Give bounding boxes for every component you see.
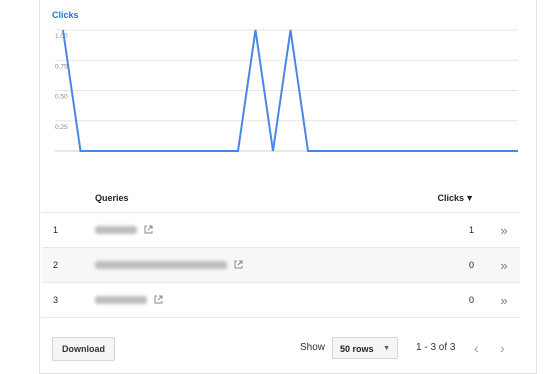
clicks-cell: 0: [436, 282, 488, 318]
row-details-button[interactable]: »: [488, 212, 520, 248]
external-link-icon[interactable]: [144, 225, 153, 236]
y-tick-label: 0.25: [55, 124, 68, 131]
caret-down-icon: ▼: [383, 345, 390, 352]
table-row: 1 1 »: [42, 212, 520, 248]
download-button[interactable]: Download: [52, 337, 115, 361]
queries-table: Queries Clicks▼ 1 1 » 2 0 » 3 0 »: [42, 183, 520, 318]
rows-per-page-select[interactable]: 50 rows ▼: [332, 337, 398, 359]
external-link-icon[interactable]: [234, 260, 243, 271]
table-row: 3 0 »: [42, 282, 520, 318]
row-index: 3: [42, 282, 94, 318]
sort-desc-icon: ▼: [465, 192, 474, 203]
query-text-redacted: [95, 261, 227, 270]
row-details-button[interactable]: »: [488, 247, 520, 283]
clicks-chart: 1.00 0.75 0.50 0.25: [55, 29, 518, 152]
double-chevron-right-icon: »: [500, 292, 508, 308]
row-details-button[interactable]: »: [488, 282, 520, 318]
y-tick-label: 0.50: [55, 94, 68, 101]
queries-header[interactable]: Queries: [94, 183, 436, 213]
row-index: 2: [42, 247, 94, 283]
action-header: [488, 183, 520, 213]
double-chevron-right-icon: »: [500, 257, 508, 273]
table-header-row: Queries Clicks▼: [42, 183, 520, 213]
query-text-redacted: [95, 226, 137, 235]
row-index: 1: [42, 212, 94, 248]
clicks-header[interactable]: Clicks▼: [436, 183, 488, 213]
double-chevron-right-icon: »: [500, 222, 508, 238]
table-footer: Download Show 50 rows ▼ 1 - 3 of 3 ‹ ›: [52, 337, 520, 361]
clicks-cell: 0: [436, 247, 488, 283]
pagination-range: 1 - 3 of 3: [416, 342, 456, 353]
clicks-header-label: Clicks: [437, 192, 465, 203]
next-page-button[interactable]: ›: [500, 338, 505, 358]
table-row: 2 0 »: [42, 247, 520, 283]
y-tick-label: 1.00: [55, 33, 68, 40]
y-tick-label: 0.75: [55, 63, 68, 70]
previous-page-button[interactable]: ‹: [474, 338, 479, 358]
index-header: [42, 183, 94, 213]
query-text-redacted: [95, 296, 147, 305]
show-label: Show: [300, 342, 326, 353]
query-cell: [94, 247, 436, 283]
external-link-icon[interactable]: [154, 295, 163, 306]
clicks-cell: 1: [436, 212, 488, 248]
rows-per-page-value: 50 rows: [340, 344, 374, 354]
query-cell: [94, 212, 436, 248]
query-cell: [94, 282, 436, 318]
